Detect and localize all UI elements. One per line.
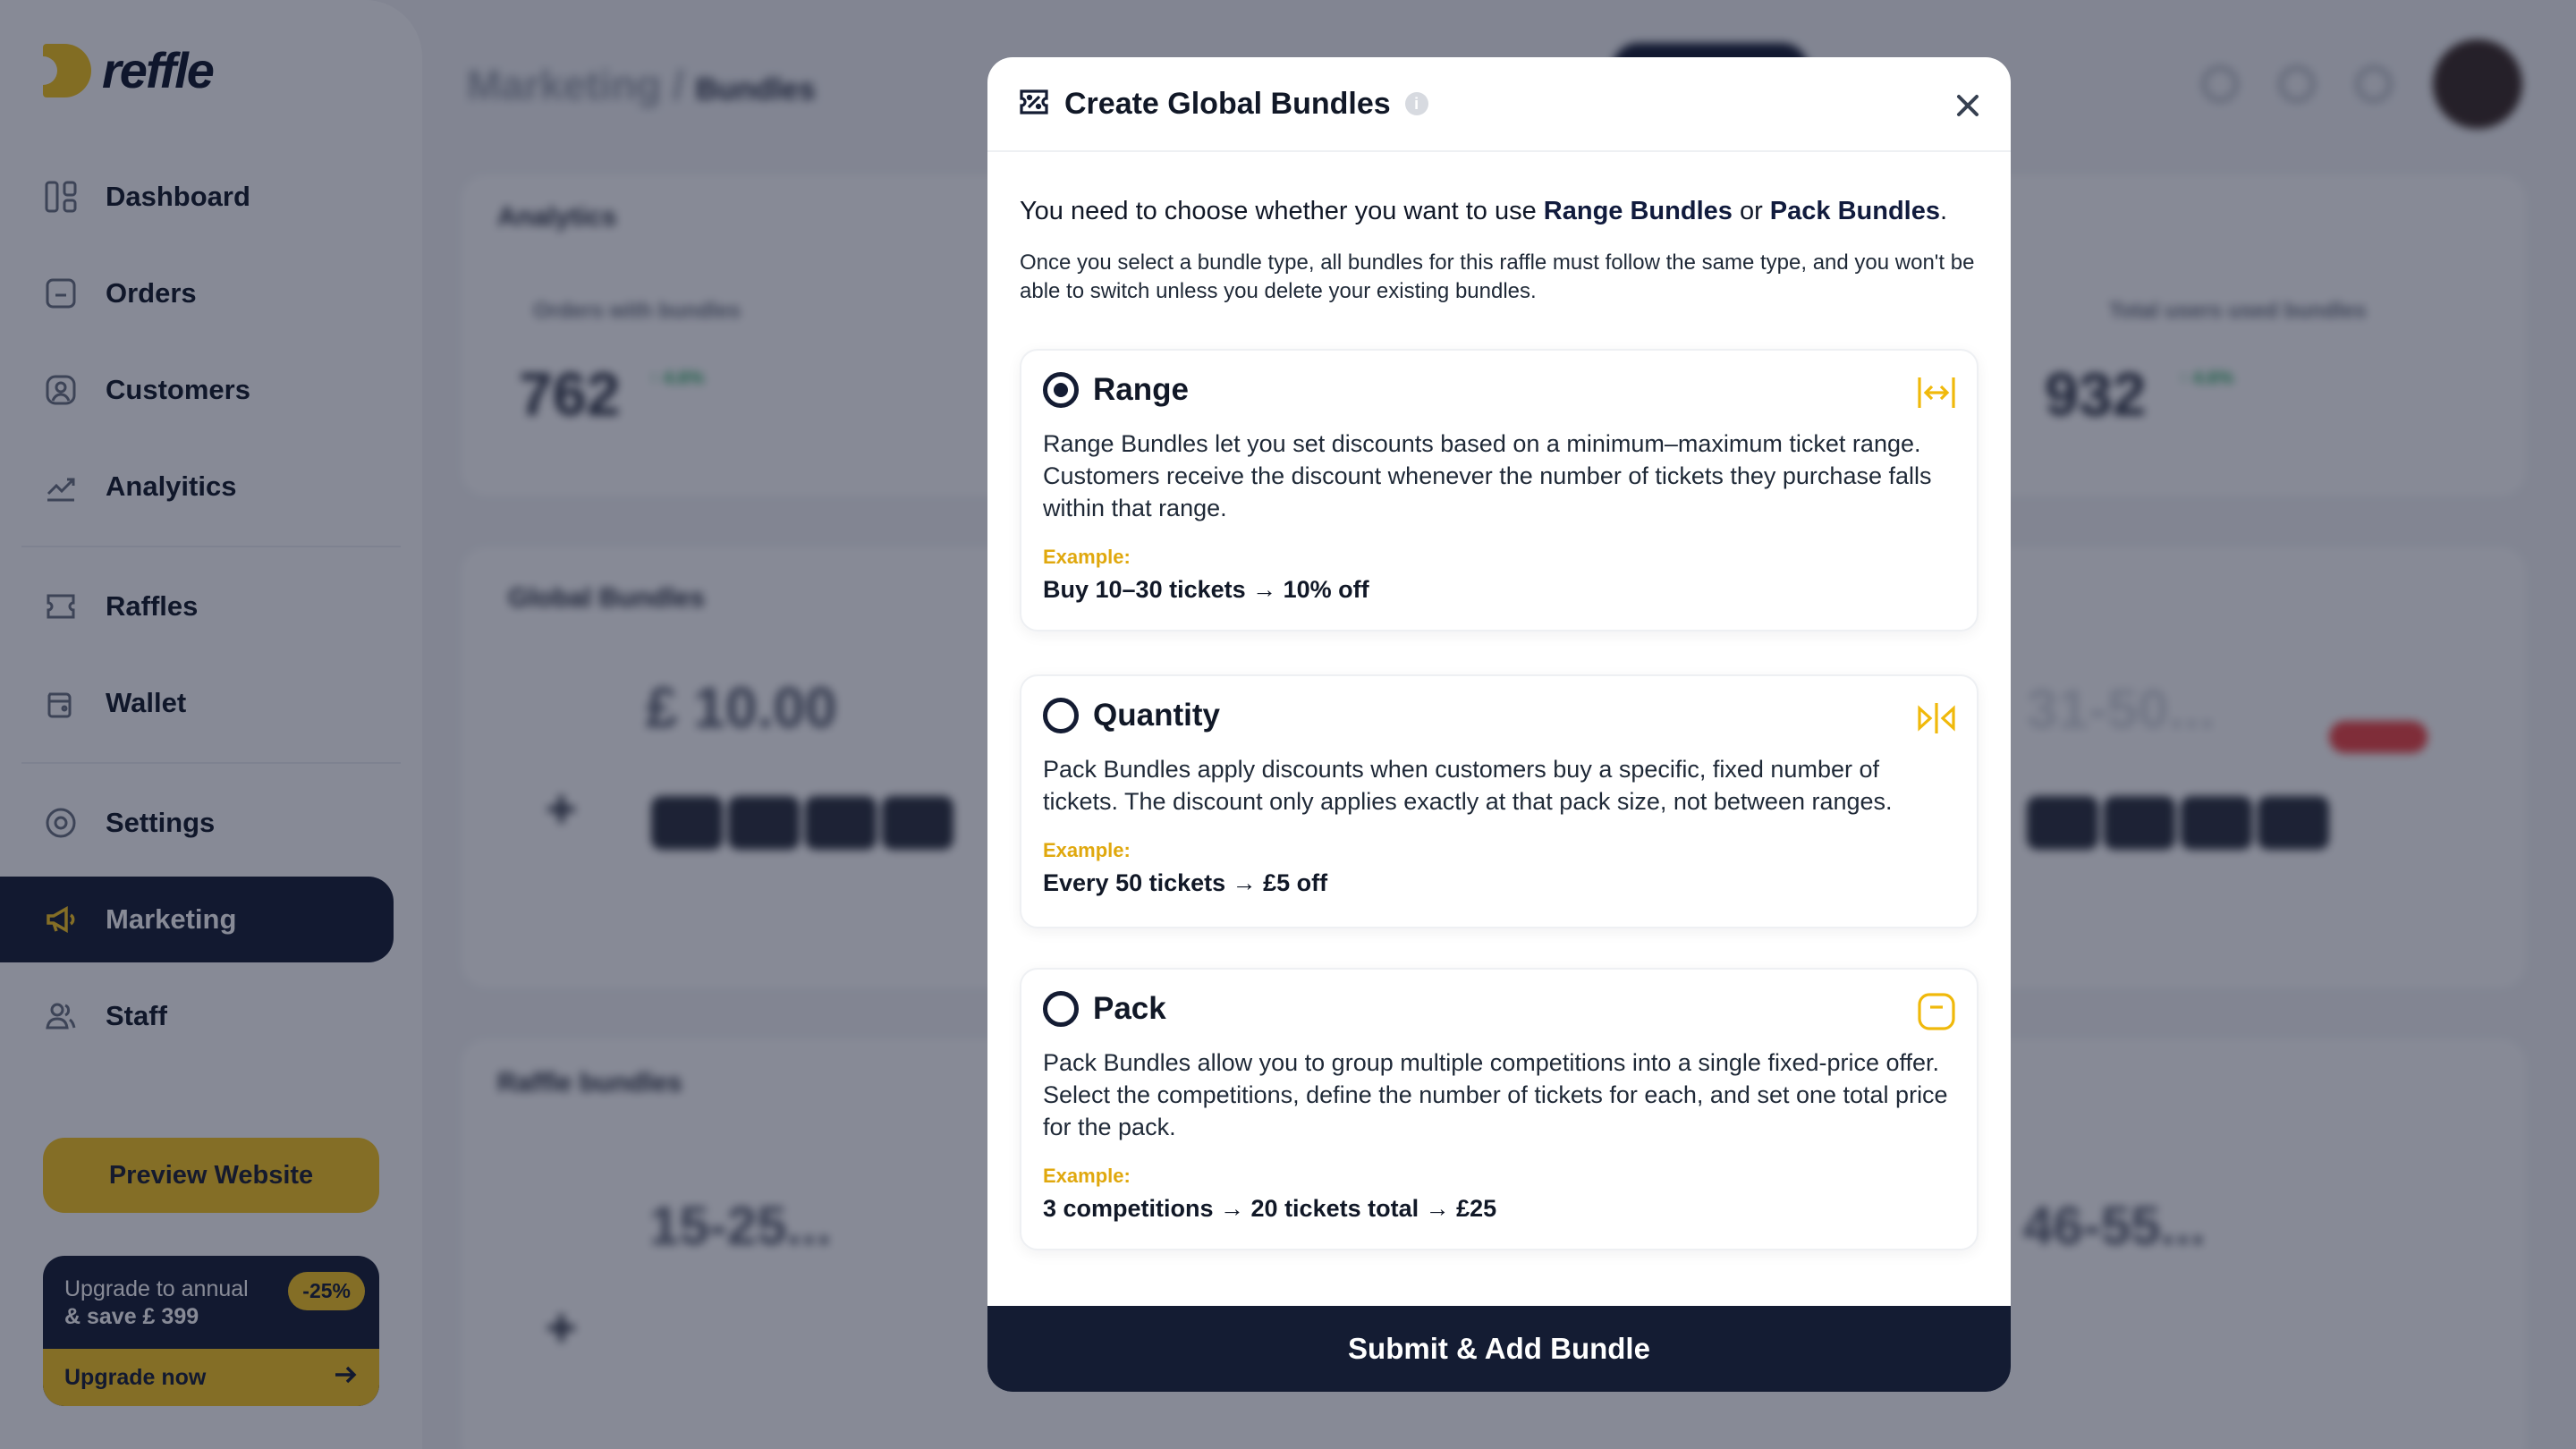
option-title: Pack <box>1093 991 1166 1026</box>
close-icon[interactable] <box>1952 89 1984 122</box>
info-icon[interactable]: i <box>1404 92 1428 115</box>
option-header: Pack <box>1043 989 1955 1029</box>
radio-pack[interactable] <box>1043 991 1079 1027</box>
modal-header: Create Global Bundles i <box>987 57 2011 152</box>
modal-intro: You need to choose whether you want to u… <box>1020 193 1986 306</box>
option-title: Range <box>1093 372 1189 407</box>
intro-or: or <box>1732 197 1770 225</box>
example-value: Every 50 tickets → £5 off <box>1043 869 1328 896</box>
modal-title: Create Global Bundles <box>1064 86 1391 121</box>
example-label: Example: <box>1043 839 1131 861</box>
option-description: Pack Bundles allow you to group multiple… <box>1043 1049 1948 1140</box>
option-description: Pack Bundles apply discounts when custom… <box>1043 756 1893 815</box>
quantity-arrows-icon <box>1916 698 1957 739</box>
option-header: Range <box>1043 370 1955 410</box>
example-value: Buy 10–30 tickets → 10% off <box>1043 576 1369 603</box>
radio-range[interactable] <box>1043 372 1079 408</box>
range-arrows-icon <box>1916 372 1957 413</box>
intro-main-text: You need to choose whether you want to u… <box>1020 193 1986 229</box>
bundle-option-range[interactable]: Range Range Bundles let you set discount… <box>1020 349 1979 631</box>
bundle-option-quantity[interactable]: Quantity Pack Bundles apply discounts wh… <box>1020 674 1979 928</box>
bundle-icon <box>1018 86 1050 123</box>
example-label: Example: <box>1043 546 1131 568</box>
radio-quantity[interactable] <box>1043 698 1079 733</box>
example-value: 3 competitions → 20 tickets total → £25 <box>1043 1195 1497 1222</box>
option-description: Range Bundles let you set discounts base… <box>1043 430 1932 521</box>
bundle-option-pack[interactable]: Pack Pack Bundles allow you to group mul… <box>1020 968 1979 1250</box>
intro-range-bundles: Range Bundles <box>1543 197 1733 225</box>
intro-suffix: . <box>1939 197 1948 225</box>
example-label: Example: <box>1043 1165 1131 1187</box>
submit-add-bundle-button[interactable]: Submit & Add Bundle <box>987 1306 2011 1392</box>
pack-box-icon <box>1916 991 1957 1032</box>
intro-pack-bundles: Pack Bundles <box>1769 197 1940 225</box>
option-header: Quantity <box>1043 696 1955 735</box>
intro-sub-text: Once you select a bundle type, all bundl… <box>1020 250 1975 303</box>
create-global-bundles-modal: Create Global Bundles i You need to choo… <box>987 57 2011 1392</box>
option-title: Quantity <box>1093 698 1220 733</box>
intro-prefix: You need to choose whether you want to u… <box>1020 197 1544 225</box>
